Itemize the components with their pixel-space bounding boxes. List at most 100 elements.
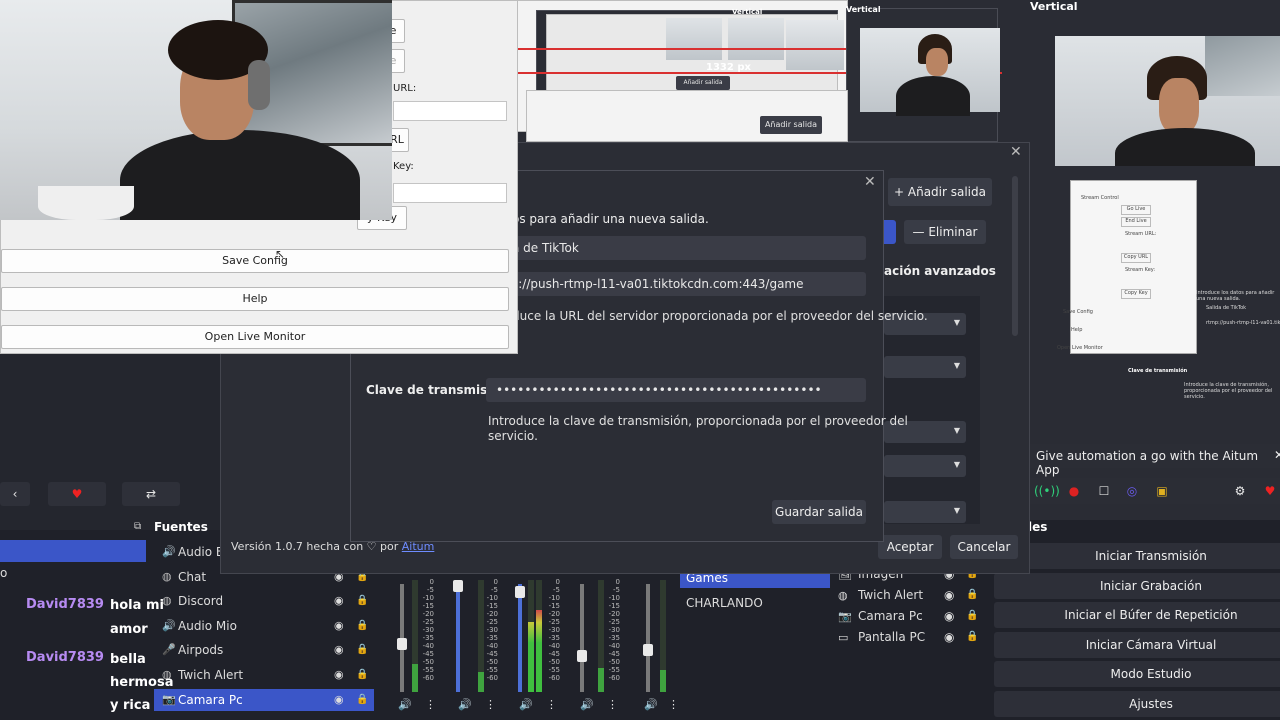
start-stream-button[interactable]: Iniciar Transmisión (994, 543, 1280, 569)
volume-knob[interactable] (643, 644, 653, 656)
volume-slider[interactable] (518, 584, 522, 692)
more-vertical-icon[interactable]: ⋮ (607, 698, 618, 711)
globe-icon: ◍ (838, 589, 848, 602)
scrollbar[interactable] (1012, 176, 1018, 336)
volume-slider[interactable] (646, 584, 650, 692)
output-name-field[interactable]: a de TikTok (486, 236, 866, 260)
lock-icon[interactable]: 🔒 (356, 689, 368, 711)
scene-item[interactable]: CHARLANDO (680, 593, 830, 613)
source-item[interactable]: 🎤 Airpods ◉ 🔒 (154, 639, 374, 661)
broadcast-icon[interactable]: ((•)) (1034, 481, 1060, 501)
eye-icon[interactable]: ◉ (334, 615, 344, 637)
source-item[interactable]: 📷 Camara Pc ◉ 🔒 (838, 606, 988, 626)
option-select[interactable] (884, 455, 966, 477)
ghost-add-output: Añadir salida (676, 76, 730, 90)
headphone (248, 60, 270, 110)
speaker-icon: 🔊 (162, 545, 176, 558)
source-item[interactable]: 🔊 Audio Mio ◉ 🔒 (154, 615, 374, 637)
volume-knob[interactable] (577, 650, 587, 662)
cancel-button[interactable]: Cancelar (950, 535, 1018, 559)
more-vertical-icon[interactable]: ⋮ (546, 698, 557, 711)
edit-output-button[interactable] (884, 220, 896, 244)
key-field[interactable] (393, 183, 507, 203)
server-url-field[interactable]: s://push-rtmp-l11-va01.tiktokcdn.com:443… (486, 272, 866, 296)
record-icon[interactable]: ● (1064, 481, 1084, 501)
virtualcam-icon[interactable]: ▣ (1152, 481, 1172, 501)
vertical-preview-canvas[interactable] (1055, 36, 1280, 166)
speaker-icon[interactable]: 🔊 (519, 698, 533, 711)
selected-scene-row[interactable] (0, 540, 146, 562)
stop-square-icon[interactable]: ☐ (1094, 481, 1114, 501)
volume-knob[interactable] (397, 638, 407, 650)
aitum-banner-text: Give automation a go with the Aitum App (1036, 449, 1259, 477)
eye-icon[interactable]: ◉ (944, 606, 954, 626)
eye-icon[interactable]: ◉ (944, 585, 954, 605)
transform-icon[interactable]: ⇄ (122, 482, 180, 506)
start-recording-button[interactable]: Iniciar Grabación (994, 573, 1280, 599)
source-item[interactable]: ◍ Twich Alert ◉ 🔒 (154, 664, 374, 686)
heart-icon[interactable]: ♥ (1260, 481, 1280, 501)
lock-icon[interactable]: 🔒 (356, 664, 368, 686)
volume-slider[interactable] (580, 584, 584, 692)
start-replay-buffer-button[interactable]: Iniciar el Búfer de Repetición (994, 602, 1280, 628)
option-select[interactable] (884, 501, 966, 523)
heart-icon[interactable]: ♥ (48, 482, 106, 506)
key-label: Key: (393, 161, 414, 172)
stream-key-field[interactable]: ••••••••••••••••••••••••••••••••••••••••… (486, 378, 866, 402)
open-live-monitor-button[interactable]: Open Live Monitor (1, 325, 509, 349)
replay-icon[interactable]: ◎ (1122, 481, 1142, 501)
lock-icon[interactable]: 🔒 (966, 606, 978, 626)
source-item[interactable]: ▭ Pantalla PC ◉ 🔒 (838, 627, 988, 647)
source-item[interactable]: ◍ Twich Alert ◉ 🔒 (838, 585, 988, 605)
eye-icon[interactable]: ◉ (334, 590, 344, 612)
mini-stream-control-dialog: Stream Control Go Live End Live Stream U… (1057, 180, 1197, 354)
option-select[interactable] (884, 356, 966, 378)
speaker-icon[interactable]: 🔊 (580, 698, 594, 711)
eye-icon[interactable]: ◉ (944, 627, 954, 647)
eye-icon[interactable]: ◉ (334, 639, 344, 661)
volume-knob[interactable] (453, 580, 463, 592)
eye-icon[interactable]: ◉ (334, 689, 344, 711)
webcam-overlay (0, 0, 392, 220)
save-config-button[interactable]: Save Config (1, 249, 509, 273)
aitum-banner[interactable]: Give automation a go with the Aitum App … (1030, 444, 1280, 477)
mini-url: rtmp://push-rtmp-l11-va01.tiktokcdn.com (1206, 320, 1280, 326)
gear-icon[interactable]: ⚙ (1230, 481, 1250, 501)
accept-button[interactable]: Aceptar (878, 535, 942, 559)
close-icon[interactable]: ✕ (1274, 448, 1280, 462)
speaker-icon[interactable]: 🔊 (644, 698, 658, 711)
help-button[interactable]: Help (1, 287, 509, 311)
dialog-description: os para añadir una nueva salida. (512, 212, 709, 226)
volume-slider[interactable] (456, 584, 460, 692)
remove-output-button[interactable]: — Eliminar (904, 220, 986, 244)
source-item[interactable]: ◍ Discord ◉ 🔒 (154, 590, 374, 612)
lock-icon[interactable]: 🔒 (356, 639, 368, 661)
source-item-selected[interactable]: 📷 Camara Pc ◉ 🔒 (154, 689, 374, 711)
more-vertical-icon[interactable]: ⋮ (485, 698, 496, 711)
settings-button[interactable]: Ajustes (994, 691, 1280, 717)
studio-mode-button[interactable]: Modo Estudio (994, 661, 1280, 687)
speaker-icon[interactable]: 🔊 (398, 698, 412, 711)
dock-undock-icon[interactable]: ⧉ (134, 521, 141, 532)
url-label: URL: (393, 83, 417, 94)
dock-button[interactable]: ‹ (0, 482, 30, 506)
add-output-button[interactable]: + Añadir salida (888, 178, 992, 206)
close-icon[interactable]: ✕ (1010, 144, 1022, 160)
close-icon[interactable]: ✕ (864, 174, 876, 190)
url-field[interactable] (393, 101, 507, 121)
speaker-icon[interactable]: 🔊 (458, 698, 472, 711)
volume-knob[interactable] (515, 586, 525, 598)
more-vertical-icon[interactable]: ⋮ (425, 698, 436, 711)
lock-icon[interactable]: 🔒 (356, 590, 368, 612)
save-output-button[interactable]: Guardar salida (772, 500, 866, 524)
lock-icon[interactable]: 🔒 (966, 627, 978, 647)
start-virtual-camera-button[interactable]: Iniciar Cámara Virtual (994, 632, 1280, 658)
person-torso (120, 130, 360, 220)
vertical-dock-title: Vertical (1030, 0, 1078, 13)
chat-message-line: amor (110, 622, 148, 637)
eye-icon[interactable]: ◉ (334, 664, 344, 686)
mouse-cursor-icon: ↖ (275, 247, 286, 261)
lock-icon[interactable]: 🔒 (966, 585, 978, 605)
advanced-options-title: ación avanzados (884, 264, 996, 278)
lock-icon[interactable]: 🔒 (356, 615, 368, 637)
